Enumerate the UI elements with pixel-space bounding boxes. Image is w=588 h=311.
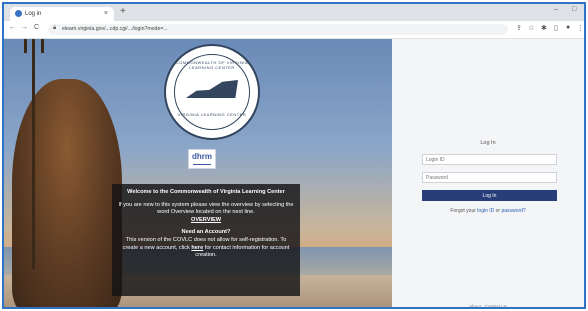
neptune-statue — [12, 79, 122, 307]
profile-icon[interactable]: ● — [566, 24, 570, 31]
hero-image: COMMONWEALTH OF VIRGINIA LEARNING CENTER… — [4, 39, 392, 307]
tab-title: Log in — [25, 11, 42, 17]
dhrm-logo: dhrm — [188, 149, 216, 169]
minimize-icon[interactable]: – — [554, 6, 558, 13]
about-link[interactable]: About — [469, 304, 481, 307]
site-favicon-icon — [15, 10, 22, 17]
sidebar-icon[interactable]: ▯ — [554, 24, 558, 32]
forgot-credentials: Forgot your login ID or password? — [392, 208, 584, 214]
login-panel: Log In Log In Forgot your login ID or pa… — [392, 39, 584, 307]
bookmark-star-icon[interactable]: ☆ — [528, 24, 534, 32]
login-footer: About Contact Us — [392, 304, 584, 307]
maximize-icon[interactable]: □ — [572, 6, 576, 13]
address-bar[interactable]: 🔒︎ elearn.virginia.gov/...cdp.cgi/.../lo… — [48, 24, 508, 35]
seal-top-text: COMMONWEALTH OF VIRGINIA LEARNING CENTER — [175, 60, 249, 70]
url-text: elearn.virginia.gov/...cdp.cgi/.../login… — [62, 26, 168, 32]
forgot-prefix: Forgot your — [450, 208, 476, 214]
browser-tab[interactable]: Log in × — [10, 7, 114, 21]
browser-window: Log in × + – □ ← → C 🔒︎ elearn.virginia.… — [2, 2, 586, 309]
login-title: Log In — [480, 140, 496, 146]
password-field[interactable] — [422, 172, 557, 183]
trident-head — [24, 39, 44, 53]
account-text-2: for contact information for account crea… — [195, 244, 290, 259]
lock-icon: 🔒︎ — [53, 25, 57, 31]
welcome-panel: Welcome to the Commonwealth of Virginia … — [112, 184, 300, 296]
contact-us-link[interactable]: Contact Us — [485, 304, 507, 307]
back-icon[interactable]: ← — [9, 24, 16, 31]
seal-bottom-text: VIRGINIA LEARNING CENTER — [177, 112, 247, 117]
dhrm-logo-underline — [193, 164, 211, 165]
browser-titlebar: Log in × + – □ — [4, 4, 584, 21]
forgot-login-id-link[interactable]: login ID — [477, 208, 494, 214]
share-icon[interactable]: ⇪ — [516, 24, 522, 32]
overview-link[interactable]: OVERVIEW — [118, 217, 294, 225]
forgot-password-link[interactable]: password? — [501, 208, 525, 214]
here-link[interactable]: here — [191, 245, 203, 251]
reload-icon[interactable]: C — [34, 24, 39, 31]
learning-center-seal: COMMONWEALTH OF VIRGINIA LEARNING CENTER… — [164, 44, 260, 140]
forgot-or: or — [495, 208, 501, 214]
new-tab-icon[interactable]: + — [120, 5, 126, 19]
address-bar-row: ← → C 🔒︎ elearn.virginia.gov/...cdp.cgi/… — [4, 21, 584, 39]
overview-instructions: If you are new to this system please vie… — [118, 201, 294, 216]
menu-icon[interactable]: ⋮ — [577, 24, 584, 32]
extensions-icon[interactable]: ✱ — [541, 24, 547, 32]
trident-shaft — [32, 39, 35, 269]
need-account-heading: Need an Account? — [181, 229, 231, 236]
login-id-field[interactable] — [422, 154, 557, 165]
dhrm-logo-text: dhrm — [192, 152, 212, 161]
welcome-heading: Welcome to the Commonwealth of Virginia … — [127, 189, 285, 195]
forward-icon[interactable]: → — [21, 24, 28, 31]
login-button[interactable]: Log In — [422, 190, 557, 201]
close-tab-icon[interactable]: × — [104, 7, 108, 21]
